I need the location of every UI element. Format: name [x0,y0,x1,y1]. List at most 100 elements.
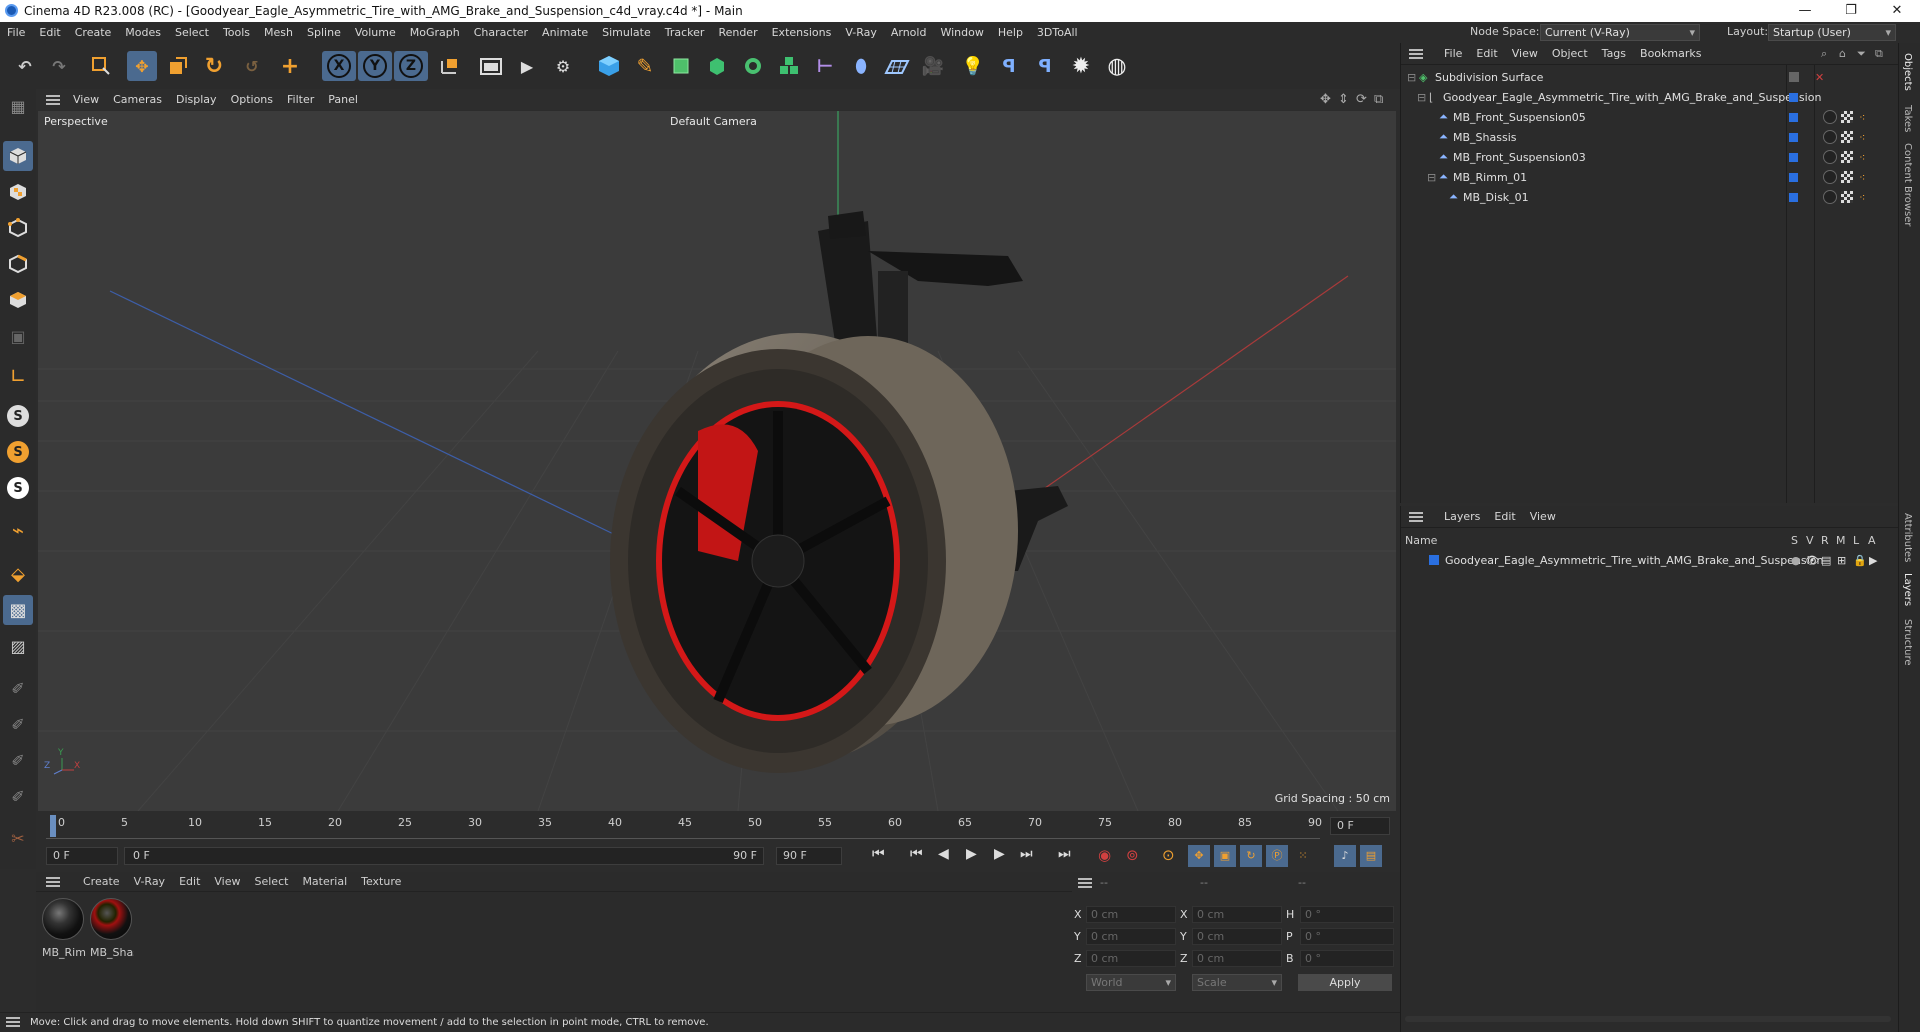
apply-button[interactable]: Apply [1298,974,1392,991]
layer-color-swatch[interactable] [1429,555,1439,565]
timeline-settings-icon[interactable]: ▤ [1360,845,1382,867]
menu-mesh[interactable]: Mesh [257,26,300,39]
keyframe-selection-icon[interactable]: ⊙ [1162,846,1175,864]
tab-objects[interactable]: Objects [1902,53,1913,91]
maximize-button[interactable]: ❐ [1828,0,1874,22]
tab-attributes[interactable]: Attributes [1902,513,1913,562]
objects-menu-file[interactable]: File [1437,47,1469,60]
viewport-zoom-icon[interactable]: ⇕ [1338,92,1349,107]
scale-mode-dropdown[interactable]: Scale [1192,974,1282,991]
menu-character[interactable]: Character [467,26,535,39]
deformer-icon[interactable]: ⊢ [810,51,840,81]
python-icon[interactable]: ꟼ [994,51,1024,81]
layer-render-icon[interactable]: ▤ [1821,554,1831,567]
preview-range-slider[interactable]: 0 F 90 F [124,847,764,865]
vray-tag-icon[interactable]: ⁖ [1859,191,1865,204]
live-selection-icon[interactable] [86,51,116,81]
close-button[interactable]: ✕ [1874,0,1920,22]
material-menu-create[interactable]: Create [76,875,127,888]
layer-solo-icon[interactable]: ● [1791,554,1801,567]
workplane-icon[interactable]: ⬙ [3,559,33,589]
snap-icon[interactable]: S [3,401,33,431]
vray-tag-icon[interactable]: ⁖ [1859,171,1865,184]
menu-animate[interactable]: Animate [535,26,595,39]
prev-key-icon[interactable]: ⏮ [910,846,923,862]
menu-select[interactable]: Select [168,26,216,39]
undo-icon[interactable]: ↶ [10,51,40,81]
material-menu-texture[interactable]: Texture [354,875,408,888]
key-scale-icon[interactable]: ▣ [1214,845,1236,867]
tab-content-browser[interactable]: Content Browser [1902,143,1913,226]
object-row-subdivision-surface[interactable]: ⊟ ◈ Subdivision Surface ✕ [1401,67,1897,87]
material-menu-vray[interactable]: V-Ray [127,875,173,888]
redo-icon[interactable]: ↷ [44,51,74,81]
field-icon[interactable]: ⬮ [846,51,876,81]
render-to-picture-viewer-icon[interactable]: ▶ [512,51,542,81]
light-icon[interactable]: 💡 [958,51,988,81]
layer-row[interactable]: Goodyear_Eagle_Asymmetric_Tire_with_AMG_… [1401,550,1897,570]
y-axis-lock-button[interactable]: Y [358,51,392,81]
minimize-button[interactable]: — [1782,0,1828,22]
smooth-icon[interactable]: ✐ [3,781,33,811]
edges-mode-icon[interactable] [3,249,33,279]
vray-tag-icon[interactable]: ⁖ [1859,151,1865,164]
workplane-snap-icon[interactable]: S [3,473,33,503]
tab-structure[interactable]: Structure [1902,619,1913,666]
rot-b-field[interactable]: 0 ° [1300,950,1394,967]
z-axis-lock-button[interactable]: Z [394,51,428,81]
expand-toggle[interactable]: ⊟ [1407,71,1416,84]
material-menu-view[interactable]: View [207,875,247,888]
start-frame-field[interactable]: 0 F [46,847,118,865]
viewport-menu-panel[interactable]: Panel [321,93,365,106]
menu-create[interactable]: Create [68,26,119,39]
autokey-icon[interactable]: ⊚ [1126,846,1139,864]
subdivision-surface-icon[interactable] [666,51,696,81]
vray-globe-icon[interactable]: ◍ [1102,51,1132,81]
go-to-end-icon[interactable]: ⏭ [1058,846,1071,862]
timeline-playhead[interactable] [50,815,56,837]
tab-layers[interactable]: Layers [1902,573,1913,606]
end-frame-field[interactable]: 90 F [776,847,842,865]
material-tag-icon[interactable] [1823,130,1837,144]
camera-label[interactable]: Default Camera [670,115,757,128]
sound-icon[interactable]: ♪ [1334,845,1356,867]
vray-tag-icon[interactable]: ⁖ [1859,111,1865,124]
key-position-icon[interactable]: ✥ [1188,845,1210,867]
layer-manager-icon[interactable]: ⊞ [1837,554,1846,567]
polygons-mode-icon[interactable] [3,285,33,315]
rotate-tool-icon[interactable]: ↻ [199,51,229,81]
record-keys-icon[interactable]: ◉ [1098,846,1111,864]
points-mode-icon[interactable] [3,213,33,243]
object-row-front-suspension05[interactable]: ⏶ MB_Front_Suspension05 ⁖ [1401,107,1897,127]
menu-mograph[interactable]: MoGraph [403,26,467,39]
uvw-tag-icon[interactable] [1841,151,1853,163]
menu-extensions[interactable]: Extensions [765,26,839,39]
key-rotation-icon[interactable]: ↻ [1240,845,1262,867]
viewport-menu-options[interactable]: Options [224,93,280,106]
cube-icon[interactable] [594,51,624,81]
coordinate-mode-dropdown[interactable]: World [1086,974,1176,991]
objects-hamburger-icon[interactable] [1409,49,1423,59]
material-swatch-rimm[interactable] [42,898,84,940]
menu-volume[interactable]: Volume [348,26,403,39]
objects-menu-edit[interactable]: Edit [1469,47,1504,60]
grid-icon[interactable]: ▩ [3,595,33,625]
viewport-maximize-icon[interactable]: ⧉ [1374,92,1383,107]
make-editable-icon[interactable]: ▦ [3,91,33,121]
next-key-icon[interactable]: ⏭ [1020,846,1033,862]
current-frame-field[interactable]: 0 F [1330,817,1390,835]
floor-icon[interactable] [882,51,912,81]
x-axis-lock-button[interactable]: X [322,51,356,81]
vray-settings-icon[interactable]: ✹ [1066,51,1096,81]
viewport-rotate-icon[interactable]: ⟳ [1356,92,1367,107]
material-tag-icon[interactable] [1823,190,1837,204]
timeline-ruler[interactable]: 0 5 10 15 20 25 30 35 40 45 50 55 60 65 … [38,813,1396,843]
rot-h-field[interactable]: 0 ° [1300,906,1394,923]
play-icon[interactable]: ▶ [966,846,977,862]
viewport-pan-icon[interactable]: ✥ [1320,92,1331,107]
sculpt-icon[interactable]: ✐ [3,709,33,739]
object-row-front-suspension03[interactable]: ⏶ MB_Front_Suspension03 ⁖ [1401,147,1897,167]
layer-color-swatch[interactable] [1789,173,1798,182]
status-hamburger-icon[interactable] [6,1017,20,1027]
viewport-menu-display[interactable]: Display [169,93,224,106]
